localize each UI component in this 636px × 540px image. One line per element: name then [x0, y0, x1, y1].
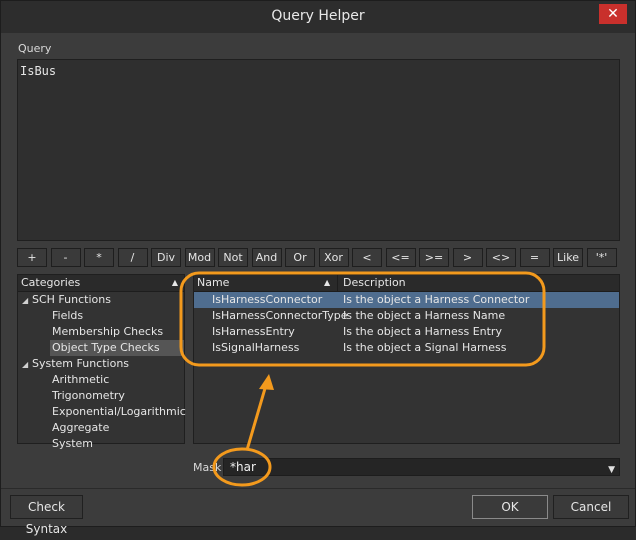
- callout-list-highlight: [179, 271, 546, 367]
- callout-mask-highlight: [212, 447, 272, 487]
- callout-arrow-line: [245, 384, 268, 451]
- callout-arrow-head: [259, 374, 274, 390]
- callout-overlay: [179, 271, 546, 487]
- query-helper-dialog: Query Helper ✕ Query IsBus + - * / Div Mod Not…: [0, 0, 636, 536]
